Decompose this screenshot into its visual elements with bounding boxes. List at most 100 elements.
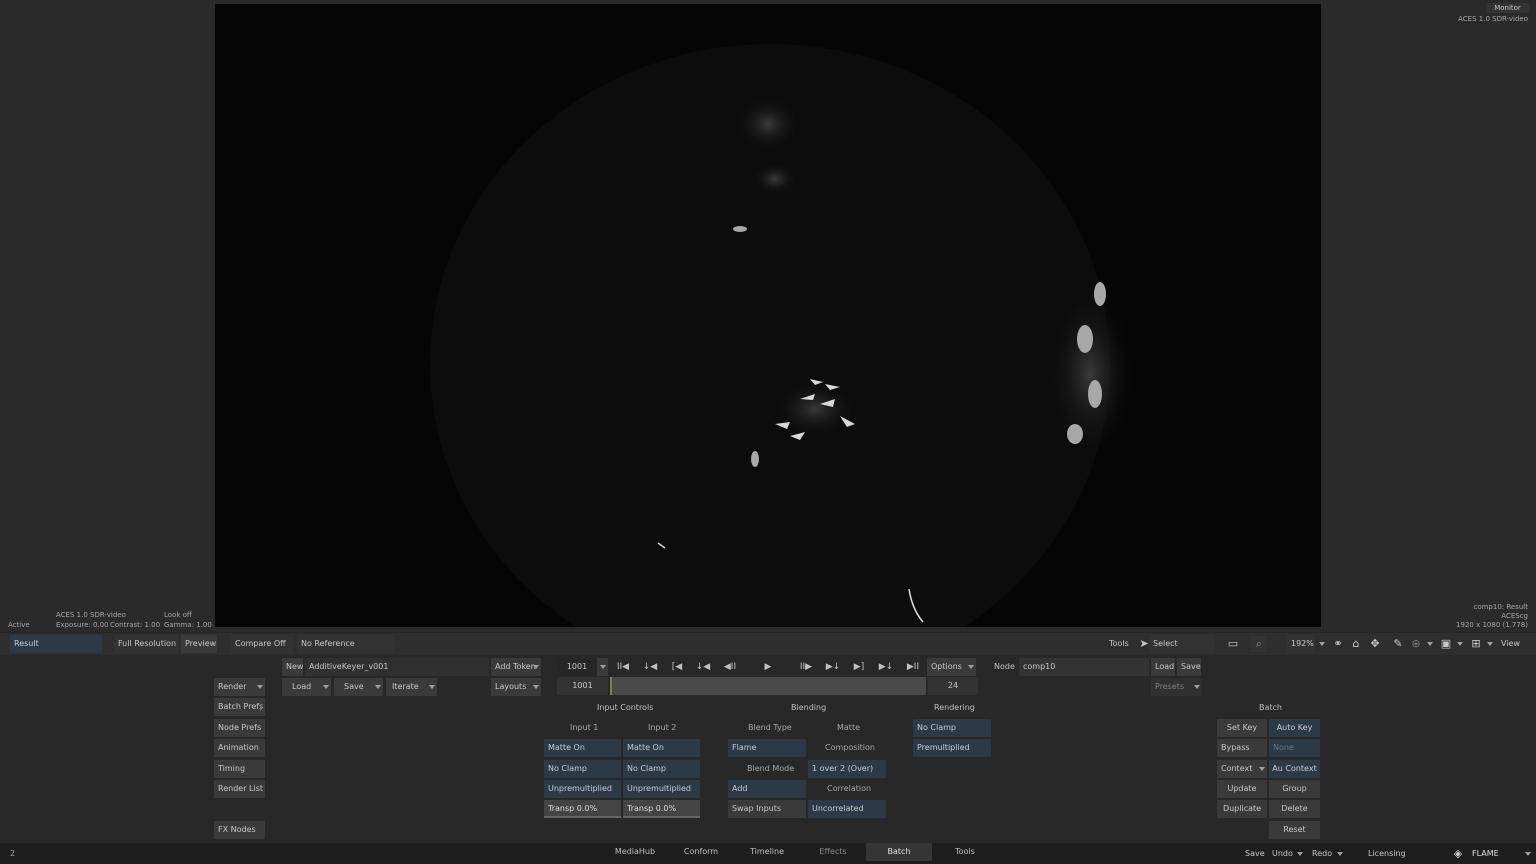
bypass-button[interactable]: Bypass [1217,739,1267,757]
reference-field[interactable]: No Reference [297,635,395,653]
compare-button[interactable]: Compare Off [231,635,293,653]
frame-field[interactable]: 1001 [557,658,597,676]
blend-type-button[interactable]: Flame [728,739,806,757]
bypass-none-field[interactable]: None [1269,739,1320,757]
status-undo-button[interactable]: Undo [1272,845,1293,863]
start-frame-field[interactable]: 1001 [557,677,608,695]
layouts-caret[interactable] [530,678,541,696]
display-caret[interactable] [1454,635,1465,653]
step-back-icon[interactable]: ◀II [719,659,741,675]
rendering-premult-button[interactable]: Premultiplied [913,739,991,757]
swap-inputs-button[interactable]: Swap Inputs [728,800,806,818]
matte-mode-button[interactable]: 1 over 2 (Over) [808,760,886,778]
redo-caret[interactable] [1334,845,1345,863]
iterate-caret[interactable] [426,678,437,696]
save-caret[interactable] [372,678,383,696]
step-forward-icon[interactable]: II▶ [795,659,817,675]
duplicate-button[interactable]: Duplicate [1217,800,1267,818]
node-save-button[interactable]: Save [1177,658,1201,676]
goto-out-icon[interactable]: ▶] [848,659,870,675]
node-prefs-button[interactable]: Node Prefs [214,719,265,737]
prev-mark-icon[interactable]: ↓◀ [692,659,714,675]
timeline-scrubber[interactable] [610,677,926,695]
timing-button[interactable]: Timing [214,760,265,778]
input2-matte-button[interactable]: Matte On [623,739,700,757]
pan-icon[interactable]: ✥ [1367,636,1383,652]
render-button[interactable]: Render [214,678,254,696]
blend-mode-button[interactable]: Add [728,780,806,798]
input1-premult-button[interactable]: Unpremultiplied [544,780,621,798]
update-button[interactable]: Update [1217,780,1267,798]
options-button[interactable]: Options [927,658,965,676]
next-mark-icon[interactable]: ▶↓ [822,659,844,675]
iterate-button[interactable]: Iterate [386,678,426,696]
display-icon[interactable]: ▣ [1438,636,1454,652]
view-result-field[interactable]: Result [10,635,102,653]
crosshair-icon[interactable]: ⊕ [1408,636,1424,652]
full-resolution-button[interactable]: Full Resolution [114,635,178,653]
layouts-button[interactable]: Layouts [491,678,530,696]
render-list-button[interactable]: Render List [214,780,265,798]
load-caret[interactable] [320,678,331,696]
magnifier-icon[interactable]: ⌕ [1251,636,1267,652]
tab-batch[interactable]: Batch [866,843,932,861]
fx-nodes-button[interactable]: FX Nodes [214,821,265,839]
prev-keyframe-icon[interactable]: ↓◀ [639,659,661,675]
options-caret[interactable] [965,658,976,676]
node-name-field[interactable]: comp10 [1019,658,1149,676]
set-key-button[interactable]: Set Key [1217,719,1267,737]
presets-button[interactable]: Presets [1151,678,1191,696]
goto-end-icon[interactable]: ▶II [902,659,924,675]
input2-transparency-field[interactable]: Transp 0.0% [623,800,700,818]
input1-transparency-field[interactable]: Transp 0.0% [544,800,621,818]
save-button[interactable]: Save [334,678,372,696]
tab-conform[interactable]: Conform [678,843,724,861]
input2-clamp-button[interactable]: No Clamp [623,760,700,778]
node-load-button[interactable]: Load [1151,658,1175,676]
rectangle-icon[interactable]: ▭ [1225,636,1241,652]
zoom-field[interactable]: 192% [1287,635,1315,653]
select-tool-field[interactable]: Select [1149,635,1215,653]
rendering-clamp-button[interactable]: No Clamp [913,719,991,737]
status-redo-button[interactable]: Redo [1312,845,1332,863]
reset-button[interactable]: Reset [1269,821,1320,839]
batch-prefs-button[interactable]: Batch Prefs [214,698,265,716]
add-token-caret[interactable] [530,658,541,676]
presets-caret[interactable] [1191,678,1202,696]
overlay-caret[interactable] [1484,635,1495,653]
eyedropper-icon[interactable]: ✎ [1390,636,1406,652]
input1-matte-button[interactable]: Matte On [544,739,621,757]
delete-button[interactable]: Delete [1269,800,1320,818]
goto-start-icon[interactable]: II◀ [612,659,634,675]
viewer-image[interactable] [215,4,1321,627]
render-caret[interactable] [254,678,265,696]
zoom-caret[interactable] [1316,635,1327,653]
context-button[interactable]: Context [1217,760,1257,778]
input2-premult-button[interactable]: Unpremultiplied [623,780,700,798]
animation-button[interactable]: Animation [214,739,265,757]
auto-key-button[interactable]: Auto Key [1269,719,1320,737]
new-button[interactable]: New [282,658,303,676]
tab-timeline[interactable]: Timeline [744,843,790,861]
home-icon[interactable]: ⌂ [1348,636,1364,652]
tab-effects[interactable]: Effects [810,843,856,861]
view-menu[interactable]: View [1501,635,1520,653]
crosshair-caret[interactable] [1424,635,1435,653]
au-context-button[interactable]: Au Context [1269,760,1320,778]
correlation-button[interactable]: Uncorrelated [808,800,886,818]
overlay-icon[interactable]: ⊞ [1468,636,1484,652]
licensing-button[interactable]: Licensing [1368,845,1406,863]
status-save-button[interactable]: Save [1245,845,1265,863]
context-caret[interactable] [1256,760,1267,778]
play-icon[interactable]: ▶ [757,659,779,675]
goto-in-icon[interactable]: [◀ [666,659,688,675]
link-icon[interactable]: ⚭ [1330,636,1346,652]
preview-button[interactable]: Preview [181,635,217,653]
input1-clamp-button[interactable]: No Clamp [544,760,621,778]
setup-name-field[interactable]: AdditiveKeyer_v001 [305,658,489,676]
brand-caret[interactable] [1522,845,1533,863]
frame-caret[interactable] [597,658,608,676]
monitor-button[interactable]: Monitor [1486,3,1529,13]
tab-mediahub[interactable]: MediaHub [612,843,658,861]
tab-tools[interactable]: Tools [942,843,988,861]
